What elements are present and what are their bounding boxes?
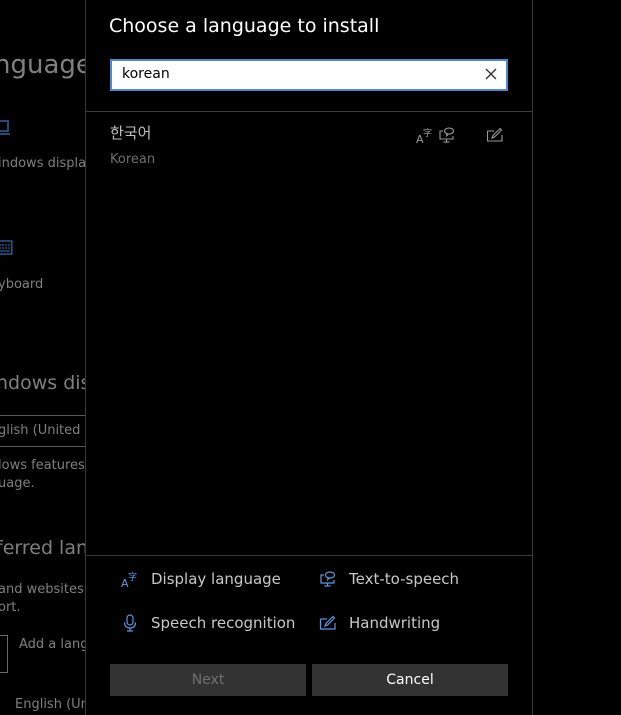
- legend-label: Speech recognition: [151, 614, 296, 632]
- svg-text:字: 字: [128, 571, 137, 583]
- page-title: nguage: [0, 50, 86, 80]
- legend-text-to-speech: Text-to-speech: [319, 570, 459, 588]
- windows-display-label: indows display: [0, 156, 86, 171]
- add-language-button[interactable]: Add a lang: [19, 637, 86, 652]
- legend-display-language: A 字 Display language: [121, 570, 281, 588]
- dialog-title: Choose a language to install: [109, 15, 380, 37]
- windows-features-text-2: uage.: [0, 476, 35, 491]
- legend-handwriting: Handwriting: [319, 614, 440, 632]
- language-search-input[interactable]: [122, 66, 472, 82]
- handwriting-icon: [486, 127, 503, 142]
- english-language-item[interactable]: English (Un: [15, 697, 86, 712]
- display-language-value: glish (United K: [0, 423, 86, 438]
- websites-text-1: and websites: [0, 582, 84, 597]
- language-result-item[interactable]: 한국어 Korean A 字: [86, 112, 532, 172]
- laptop-icon: [0, 120, 10, 135]
- windows-display-language-heading: ndows disp: [0, 372, 86, 394]
- svg-text:字: 字: [423, 127, 432, 139]
- clear-search-icon[interactable]: [484, 67, 498, 81]
- display-language-icon: A 字: [121, 571, 137, 588]
- legend-label: Handwriting: [349, 614, 441, 632]
- background-settings-page: nguage indows display yboard ndows disp …: [0, 0, 86, 715]
- legend-label: Display language: [151, 570, 281, 588]
- text-to-speech-icon: [439, 127, 455, 143]
- add-language-plus-box[interactable]: [0, 635, 8, 673]
- choose-language-dialog: Choose a language to install 한국어 Korean …: [85, 0, 533, 715]
- divider: [86, 555, 532, 556]
- handwriting-icon: [319, 615, 336, 630]
- next-button[interactable]: Next: [110, 664, 306, 696]
- keyboard-icon: [0, 240, 13, 255]
- speech-recognition-icon: [123, 614, 137, 632]
- text-to-speech-icon: [320, 571, 336, 587]
- language-search-box[interactable]: [110, 59, 508, 91]
- windows-features-text-1: lows features,: [0, 458, 86, 473]
- preferred-languages-heading: ferred lang: [0, 537, 86, 559]
- cancel-button[interactable]: Cancel: [312, 664, 508, 696]
- display-language-icon: A 字: [416, 127, 432, 144]
- legend-label: Text-to-speech: [349, 570, 460, 588]
- websites-text-2: ort.: [0, 600, 21, 615]
- legend-speech-recognition: Speech recognition: [121, 614, 295, 632]
- language-english-name: Korean: [110, 152, 156, 167]
- keyboard-label: yboard: [0, 277, 44, 292]
- language-native-name: 한국어: [110, 124, 152, 142]
